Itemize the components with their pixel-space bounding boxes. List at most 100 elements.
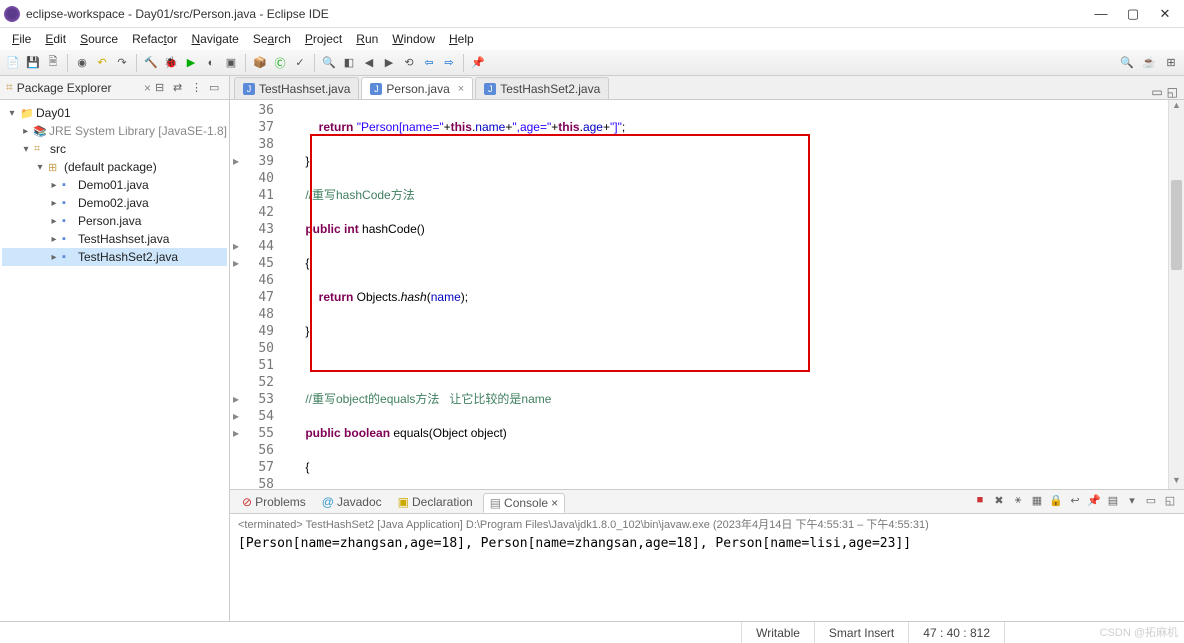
pin-icon[interactable]: 📌 xyxy=(469,54,487,72)
tree-src[interactable]: ▾⌗src xyxy=(2,140,227,158)
problems-icon: ⊘ xyxy=(242,495,252,509)
package-explorer-title: Package Explorer xyxy=(17,81,140,95)
tab-console[interactable]: ▤Console× xyxy=(483,493,565,513)
display-console-icon[interactable]: ▤ xyxy=(1105,494,1121,510)
menu-file[interactable]: File xyxy=(6,30,37,48)
run-icon[interactable]: ▶ xyxy=(182,54,200,72)
quick-access-icon[interactable]: 🔍 xyxy=(1118,54,1136,72)
coverage-icon[interactable]: ◐ xyxy=(202,54,220,72)
tree-file[interactable]: ▸▪Demo02.java xyxy=(2,194,227,212)
new-class-icon[interactable]: Ⓒ xyxy=(271,54,289,72)
search-icon[interactable]: 🔍 xyxy=(320,54,338,72)
tree-file[interactable]: ▸▪TestHashset.java xyxy=(2,230,227,248)
declaration-icon: ▣ xyxy=(398,495,409,509)
project-tree[interactable]: ▾📁Day01 ▸📚JRE System Library [JavaSE-1.8… xyxy=(0,100,229,621)
toggle-mark-icon[interactable]: ◧ xyxy=(340,54,358,72)
minimize-panel-icon[interactable]: ▭ xyxy=(1143,494,1159,510)
back-icon[interactable]: ⇦ xyxy=(420,54,438,72)
new-icon[interactable]: 📄 xyxy=(4,54,22,72)
remove-launch-icon[interactable]: ✖ xyxy=(991,494,1007,510)
tab-javadoc[interactable]: @Javadoc xyxy=(316,493,388,511)
open-type-icon[interactable]: ◉ xyxy=(73,54,91,72)
open-task-icon[interactable]: ✓ xyxy=(291,54,309,72)
java-file-icon: J xyxy=(243,83,255,95)
debug-icon[interactable]: 🐞 xyxy=(162,54,180,72)
view-menu-icon[interactable]: ⋮ xyxy=(191,81,205,95)
package-explorer: ⌗ Package Explorer × ⊟ ⇄ ⋮ ▭ ▾📁Day01 ▸📚J… xyxy=(0,76,230,621)
scroll-lock-icon[interactable]: 🔒 xyxy=(1048,494,1064,510)
tree-file-selected[interactable]: ▸▪TestHashSet2.java xyxy=(2,248,227,266)
menu-refactor[interactable]: Refactor xyxy=(126,30,183,48)
scroll-thumb[interactable] xyxy=(1171,180,1182,270)
tab-problems[interactable]: ⊘Problems xyxy=(236,493,312,511)
marker-column: ▸▸▸▸▸▸ xyxy=(230,100,242,489)
open-console-icon[interactable]: ▾ xyxy=(1124,494,1140,510)
bottom-views: ⊘Problems @Javadoc ▣Declaration ▤Console… xyxy=(230,489,1184,621)
watermark: CSDN @拓麻机 xyxy=(1100,624,1178,640)
last-edit-icon[interactable]: ⟲ xyxy=(400,54,418,72)
external-tools-icon[interactable]: ▣ xyxy=(222,54,240,72)
menu-navigate[interactable]: Navigate xyxy=(185,30,244,48)
window-title: eclipse-workspace - Day01/src/Person.jav… xyxy=(26,7,1094,21)
line-numbers: 3637383940414243444546474849505152535455… xyxy=(242,100,280,489)
tree-package[interactable]: ▾⊞(default package) xyxy=(2,158,227,176)
menu-search[interactable]: Search xyxy=(247,30,297,48)
main-area: ⌗ Package Explorer × ⊟ ⇄ ⋮ ▭ ▾📁Day01 ▸📚J… xyxy=(0,76,1184,621)
javadoc-icon: @ xyxy=(322,495,334,509)
status-insert: Smart Insert xyxy=(814,622,908,643)
menu-run[interactable]: Run xyxy=(350,30,384,48)
remove-all-icon[interactable]: ⚹ xyxy=(1010,494,1026,510)
forward-icon[interactable]: ⇨ xyxy=(440,54,458,72)
editor-tabs: JTestHashset.java JPerson.java× JTestHas… xyxy=(230,76,1184,100)
perspective-java-icon[interactable]: ☕ xyxy=(1140,54,1158,72)
editor-tab[interactable]: JTestHashSet2.java xyxy=(475,77,609,99)
word-wrap-icon[interactable]: ↩ xyxy=(1067,494,1083,510)
console-output[interactable]: [Person[name=zhangsan,age=18], Person[na… xyxy=(230,534,1184,621)
close-button[interactable]: ✕ xyxy=(1158,6,1172,22)
annotation-icon[interactable]: ◀ xyxy=(360,54,378,72)
java-file-icon: J xyxy=(370,83,382,95)
scroll-down-icon[interactable]: ▼ xyxy=(1169,475,1184,489)
tree-file[interactable]: ▸▪Demo01.java xyxy=(2,176,227,194)
code-editor[interactable]: ▸▸▸▸▸▸ 363738394041424344454647484950515… xyxy=(230,100,1184,489)
tree-jre[interactable]: ▸📚JRE System Library [JavaSE-1.8] xyxy=(2,122,227,140)
minimize-button[interactable]: — xyxy=(1094,6,1108,22)
close-tab-icon[interactable]: × xyxy=(458,83,464,95)
maximize-editor-icon[interactable]: ▭ xyxy=(1151,85,1162,99)
editor-area: JTestHashset.java JPerson.java× JTestHas… xyxy=(230,76,1184,621)
terminate-icon[interactable]: ■ xyxy=(972,494,988,510)
build-icon[interactable]: 🔨 xyxy=(142,54,160,72)
menu-help[interactable]: Help xyxy=(443,30,480,48)
tree-file[interactable]: ▸▪Person.java xyxy=(2,212,227,230)
restore-editor-icon[interactable]: ◱ xyxy=(1167,85,1178,99)
menu-window[interactable]: Window xyxy=(386,30,441,48)
pin-console-icon[interactable]: 📌 xyxy=(1086,494,1102,510)
next-annotation-icon[interactable]: ▶ xyxy=(380,54,398,72)
save-icon[interactable]: 💾 xyxy=(24,54,42,72)
code-content[interactable]: return "Person[name="+this.name+",age="+… xyxy=(280,100,1168,489)
menu-project[interactable]: Project xyxy=(299,30,348,48)
editor-tab-active[interactable]: JPerson.java× xyxy=(361,77,473,99)
menu-edit[interactable]: Edit xyxy=(39,30,72,48)
maximize-panel-icon[interactable]: ◱ xyxy=(1162,494,1178,510)
save-all-icon[interactable]: 🗎 xyxy=(44,54,62,72)
scroll-up-icon[interactable]: ▲ xyxy=(1169,100,1184,114)
new-package-icon[interactable]: 📦 xyxy=(251,54,269,72)
maximize-button[interactable]: ▢ xyxy=(1126,6,1140,22)
package-explorer-icon: ⌗ xyxy=(6,80,13,95)
perspective-switch-icon[interactable]: ⊞ xyxy=(1162,54,1180,72)
close-view-icon[interactable]: × xyxy=(144,81,151,95)
menu-source[interactable]: Source xyxy=(74,30,124,48)
minimize-view-icon[interactable]: ▭ xyxy=(209,81,223,95)
redo-icon[interactable]: ↷ xyxy=(113,54,131,72)
editor-tab[interactable]: JTestHashset.java xyxy=(234,77,359,99)
vertical-scrollbar[interactable]: ▲ ▼ xyxy=(1168,100,1184,489)
tree-project[interactable]: ▾📁Day01 xyxy=(2,104,227,122)
tab-declaration[interactable]: ▣Declaration xyxy=(392,493,479,511)
clear-console-icon[interactable]: ▦ xyxy=(1029,494,1045,510)
eclipse-icon xyxy=(4,6,20,22)
undo-icon[interactable]: ↶ xyxy=(93,54,111,72)
close-console-icon[interactable]: × xyxy=(551,496,558,510)
link-editor-icon[interactable]: ⇄ xyxy=(173,81,187,95)
collapse-all-icon[interactable]: ⊟ xyxy=(155,81,169,95)
